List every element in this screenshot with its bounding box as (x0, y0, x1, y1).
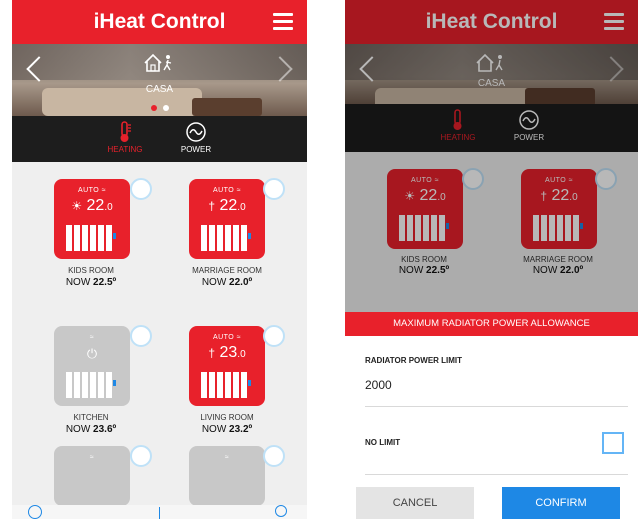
room-name: KIDS ROOM (68, 266, 114, 275)
thermometer-icon: † (208, 346, 216, 360)
power-dialog-screen: iHeat Control CASA HEATING POWER AUTO ≈ … (345, 0, 638, 519)
app-header: iHeat Control (12, 0, 307, 44)
wifi-icon: ≈ (236, 334, 242, 341)
room-select-radio[interactable] (130, 325, 152, 347)
location-banner: CASA (12, 44, 307, 116)
room-name: MARRIAGE ROOM (192, 266, 262, 275)
settings-icon[interactable] (275, 505, 287, 517)
power-wave-icon (161, 119, 231, 145)
power-off-icon: ⏻ (86, 346, 98, 361)
room-name: LIVING ROOM (200, 413, 254, 422)
room-grid: AUTO ≈ ☀ 22.0 KIDS ROOM NOW 22.5º AUTO ≈… (12, 162, 307, 519)
thermometer-icon (90, 119, 160, 145)
setpoint: † 22.0 (208, 197, 246, 214)
wifi-icon: ≈ (101, 187, 107, 194)
power-limit-dialog: MAXIMUM RADIATOR POWER ALLOWANCE RADIATO… (345, 312, 638, 519)
room-select-radio[interactable] (130, 445, 152, 467)
no-limit-checkbox[interactable] (602, 432, 624, 454)
current-temp: NOW 23.6º (65, 424, 117, 435)
home-person-icon (142, 52, 178, 78)
page-indicator[interactable] (12, 98, 307, 116)
current-temp: NOW 22.0º (201, 277, 253, 288)
dialog-title: MAXIMUM RADIATOR POWER ALLOWANCE (345, 312, 638, 336)
radiator-icon (201, 225, 251, 251)
divider (365, 474, 628, 475)
divider (365, 406, 628, 407)
cancel-button[interactable]: CANCEL (356, 487, 474, 519)
sun-icon: ☀ (71, 199, 83, 213)
app-title: iHeat Control (93, 10, 226, 33)
room-select-radio[interactable] (130, 178, 152, 200)
no-limit-label: NO LIMIT (365, 438, 401, 447)
radiator-icon (66, 225, 116, 251)
setpoint: ☀ 22.0 (71, 197, 113, 214)
wifi-icon: ≈ (224, 454, 230, 461)
confirm-button[interactable]: CONFIRM (502, 487, 620, 519)
wifi-icon: ≈ (89, 454, 95, 461)
room-card-kitchen[interactable]: ≈ ⏻ (54, 326, 130, 406)
mode-label: AUTO ≈ (212, 187, 242, 194)
mode-tabs: HEATING POWER (12, 116, 307, 162)
room-select-radio[interactable] (263, 178, 285, 200)
thermometer-icon: † (208, 199, 216, 213)
room-select-radio[interactable] (263, 445, 285, 467)
room-card-kids[interactable]: AUTO ≈ ☀ 22.0 (54, 179, 130, 259)
tab-power-label: POWER (180, 145, 212, 154)
radiator-icon (201, 372, 251, 398)
power-limit-input[interactable]: 2000 (365, 378, 392, 392)
main-screen: iHeat Control CASA HEATING POWER AUTO ≈ … (12, 0, 307, 519)
tab-heating[interactable]: HEATING (90, 119, 160, 154)
current-temp: NOW 22.5º (65, 277, 117, 288)
radiator-icon (66, 372, 116, 398)
tab-heating-label: HEATING (107, 145, 143, 154)
room-select-radio[interactable] (263, 325, 285, 347)
tab-power[interactable]: POWER (161, 119, 231, 154)
power-limit-label: RADIATOR POWER LIMIT (365, 356, 463, 365)
room-name: KITCHEN (73, 413, 109, 422)
help-icon[interactable] (28, 505, 42, 519)
room-card-partial[interactable]: ≈ (54, 446, 130, 506)
current-temp: NOW 23.2º (201, 424, 253, 435)
room-card-partial[interactable]: ≈ (189, 446, 265, 506)
mode-label: AUTO ≈ (212, 334, 242, 341)
menu-icon[interactable] (273, 13, 293, 31)
wifi-icon: ≈ (89, 334, 95, 341)
room-card-marriage[interactable]: AUTO ≈ † 22.0 (189, 179, 265, 259)
nav-divider (159, 507, 160, 519)
setpoint: † 23.0 (208, 344, 246, 361)
location-name: CASA (145, 84, 174, 95)
wifi-icon: ≈ (236, 187, 242, 194)
room-card-living[interactable]: AUTO ≈ † 23.0 (189, 326, 265, 406)
mode-label: AUTO ≈ (77, 187, 107, 194)
bottom-nav (12, 505, 307, 519)
